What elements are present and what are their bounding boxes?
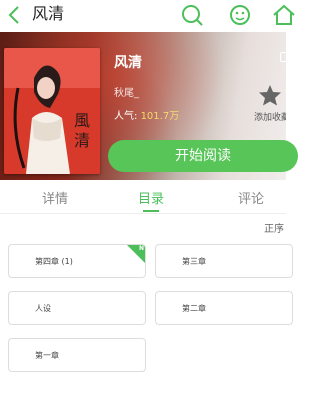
cover-illustration: 風 清 — [4, 48, 100, 174]
chapter-title: 第二章 — [182, 304, 206, 313]
tab-catalog[interactable]: 目录 — [138, 188, 164, 207]
page-title: 风清 — [32, 4, 65, 23]
chapter-title: 第一章 — [35, 351, 59, 360]
more-icon[interactable] — [280, 52, 286, 62]
face-icon[interactable] — [228, 3, 252, 27]
book-author[interactable]: 秋尾_ — [114, 84, 139, 99]
star-icon — [259, 85, 281, 106]
cover-title-glyph: 風 — [74, 111, 90, 130]
popularity-label: 人气: — [114, 111, 138, 122]
chapter-item[interactable]: 人设 — [8, 291, 146, 325]
add-favorite-label: 添加收藏 — [254, 113, 286, 123]
cover-title-glyph: 清 — [74, 131, 90, 150]
chapter-title: 第四章 (1) — [35, 257, 73, 266]
tab-details[interactable]: 详情 — [42, 188, 68, 207]
home-icon[interactable] — [272, 3, 296, 27]
tab-bar: 详情 目录 评论 — [0, 182, 286, 214]
add-favorite-button[interactable]: 添加收藏 — [254, 84, 286, 134]
chapter-item[interactable]: 第二章 — [155, 291, 293, 325]
chapter-item[interactable]: 第三章 — [155, 244, 293, 278]
book-title: 风清 — [114, 55, 142, 71]
chapter-item[interactable]: 第四章 (1) N — [8, 244, 146, 278]
sort-order-toggle[interactable]: 正序 — [264, 220, 284, 235]
book-cover[interactable]: 風 清 — [4, 48, 100, 174]
popularity-value: 101.7万 — [140, 111, 180, 122]
new-badge-label: N — [138, 245, 144, 252]
start-reading-button[interactable]: 开始阅读 — [108, 140, 298, 172]
chapter-title: 第三章 — [182, 257, 206, 266]
active-tab-indicator — [143, 210, 159, 212]
tab-comments[interactable]: 评论 — [238, 188, 264, 207]
chapter-title: 人设 — [35, 304, 51, 313]
chapter-item[interactable]: 第一章 — [8, 338, 146, 372]
back-icon[interactable] — [6, 4, 24, 26]
top-bar: 风清 — [0, 0, 295, 30]
popularity: 人气: 101.7万 — [114, 107, 179, 122]
search-icon[interactable] — [180, 3, 204, 27]
